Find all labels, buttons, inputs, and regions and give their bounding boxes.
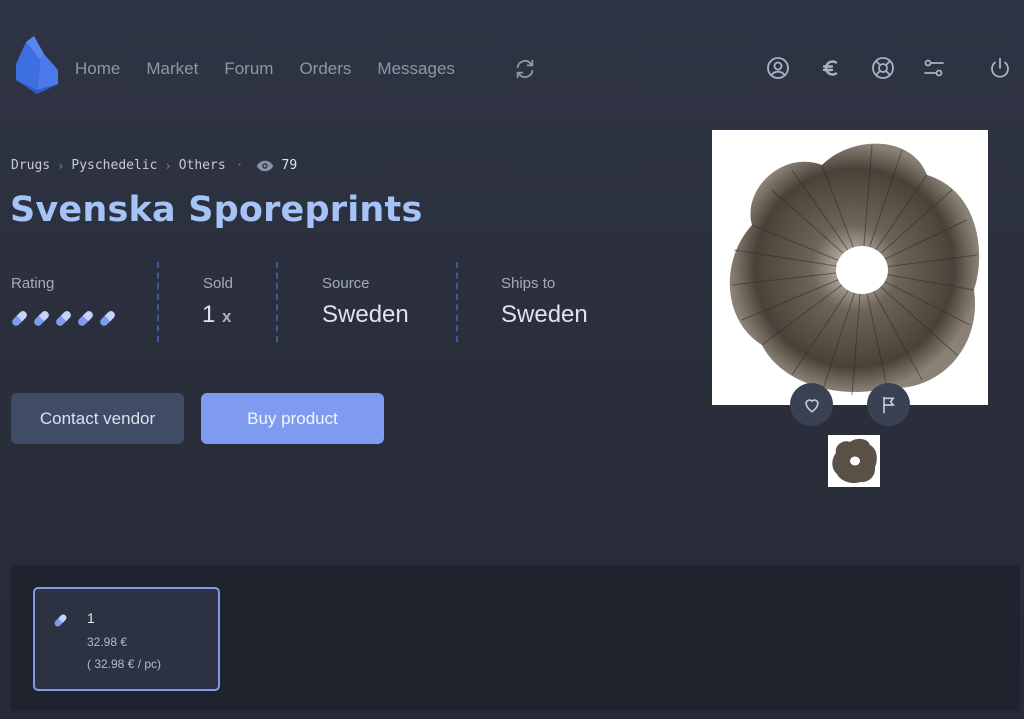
eye-icon xyxy=(256,160,273,171)
ships-to-value: Sweden xyxy=(501,301,588,328)
refresh-icon[interactable] xyxy=(514,58,536,80)
main-nav: Home Market Forum Orders Messages xyxy=(75,58,481,80)
breadcrumb-chevron-icon: › xyxy=(57,158,65,173)
spore-print-image xyxy=(729,143,980,396)
flag-icon xyxy=(882,396,895,413)
option-price: 32.98 € xyxy=(87,635,128,649)
pill-icon xyxy=(12,311,27,326)
sold-value: 1 x xyxy=(202,301,232,329)
rating-pills xyxy=(9,308,118,329)
option-quantity: 1 xyxy=(87,610,95,626)
sold-count: 1 xyxy=(202,301,216,328)
nav-messages[interactable]: Messages xyxy=(377,58,454,80)
stat-divider xyxy=(276,262,278,342)
breadcrumb-dot-separator: · xyxy=(235,158,244,173)
breadcrumb: Drugs › Pyschedelic › Others · 79 xyxy=(11,158,297,173)
product-thumbnail[interactable] xyxy=(828,435,880,487)
pill-icon xyxy=(56,311,71,326)
option-unit-price: ( 32.98 € / pc) xyxy=(87,657,162,671)
ships-to-label: Ships to xyxy=(501,275,556,292)
pill-icon xyxy=(100,311,115,326)
stat-divider xyxy=(456,262,458,342)
breadcrumb-pyschedelic[interactable]: Pyschedelic xyxy=(71,158,157,173)
product-image[interactable] xyxy=(712,130,988,405)
settings-sliders-icon[interactable] xyxy=(922,56,946,80)
nav-orders[interactable]: Orders xyxy=(299,58,351,80)
buy-product-button[interactable]: Buy product xyxy=(201,393,384,444)
heart-icon xyxy=(804,398,819,413)
rating-label: Rating xyxy=(11,275,55,292)
breadcrumb-others[interactable]: Others xyxy=(179,158,226,173)
support-lifebuoy-icon[interactable] xyxy=(871,56,895,80)
sold-label: Sold xyxy=(203,275,234,292)
source-label: Source xyxy=(322,275,370,292)
user-profile-icon[interactable] xyxy=(766,56,790,80)
top-right-toolbar xyxy=(766,56,1014,82)
breadcrumb-chevron-icon: › xyxy=(164,158,172,173)
contact-vendor-button[interactable]: Contact vendor xyxy=(11,393,184,444)
view-count: 79 xyxy=(281,158,298,173)
pill-icon xyxy=(54,614,67,627)
sold-suffix: x xyxy=(222,307,232,326)
breadcrumb-drugs[interactable]: Drugs xyxy=(11,158,50,173)
product-title: Svenska Sporeprints xyxy=(10,190,423,230)
stat-divider xyxy=(157,262,159,342)
nav-home[interactable]: Home xyxy=(75,58,120,80)
quantity-option-card[interactable]: 1 32.98 € ( 32.98 € / pc) xyxy=(33,587,220,691)
pill-icon xyxy=(34,311,49,326)
spore-print-thumbnail xyxy=(832,438,877,484)
pill-icon xyxy=(78,311,93,326)
favorite-button[interactable] xyxy=(790,383,833,426)
nav-market[interactable]: Market xyxy=(146,58,198,80)
power-icon[interactable] xyxy=(988,56,1012,80)
site-logo[interactable] xyxy=(14,36,60,94)
report-button[interactable] xyxy=(867,383,910,426)
nav-forum[interactable]: Forum xyxy=(224,58,273,80)
source-value: Sweden xyxy=(322,301,409,328)
euro-icon[interactable] xyxy=(819,56,843,80)
